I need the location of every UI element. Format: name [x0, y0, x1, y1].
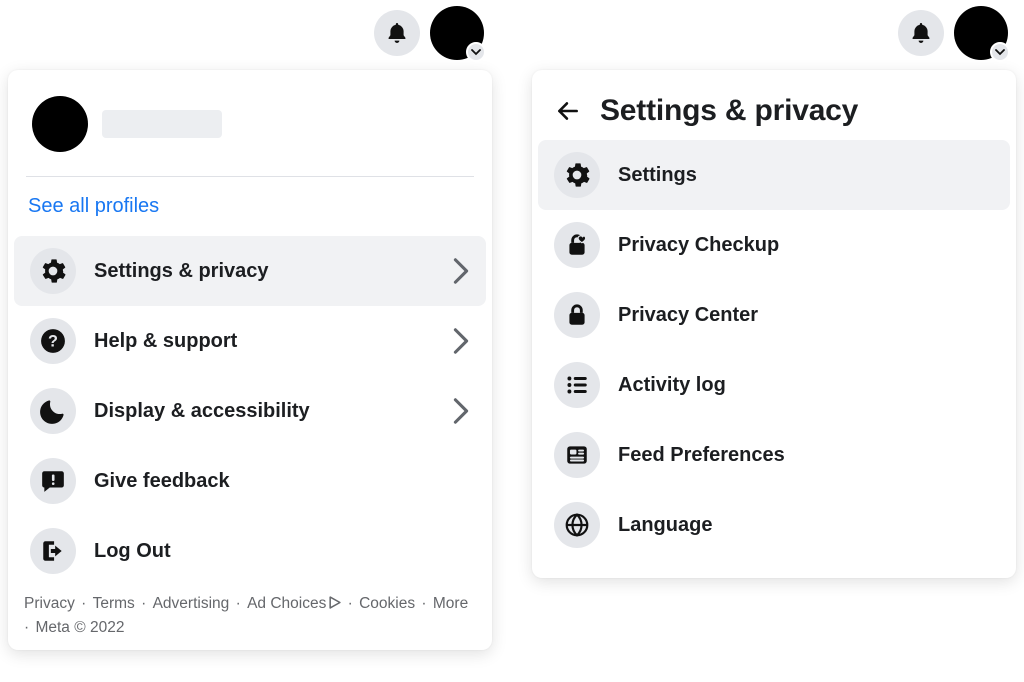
profile-row[interactable] [26, 88, 474, 170]
menu-item-feedback[interactable]: Give feedback [14, 446, 486, 516]
see-all-profiles-link[interactable]: See all profiles [8, 181, 492, 230]
chevron-right-icon [452, 257, 470, 285]
menu-item-label: Activity log [618, 374, 994, 397]
header-icons [898, 6, 1008, 60]
globe-icon [554, 502, 600, 548]
chevron-right-icon [452, 327, 470, 355]
menu-item-lock[interactable]: Privacy Center [538, 280, 1010, 350]
profile-block [26, 88, 474, 177]
menu-item-label: Give feedback [94, 470, 470, 493]
account-menu-card: See all profiles Settings & privacy? Help… [8, 70, 492, 650]
footer-link[interactable]: More [433, 595, 468, 612]
menu-item-label: Feed Preferences [618, 444, 994, 467]
menu-item-label: Language [618, 514, 994, 537]
notifications-button[interactable] [898, 10, 944, 56]
panel-subheader: Settings & privacy [532, 76, 1016, 138]
menu-item-gear[interactable]: Settings & privacy [14, 236, 486, 306]
gear-icon [30, 248, 76, 294]
list-icon [554, 362, 600, 408]
feed-icon [554, 432, 600, 478]
help-icon: ? [30, 318, 76, 364]
adchoices-icon [328, 596, 341, 609]
footer-copyright: Meta © 2022 [35, 619, 124, 636]
chevron-down-icon [466, 42, 486, 62]
chevron-right-icon [452, 397, 470, 425]
menu-item-label: Help & support [94, 330, 434, 353]
footer-sep: · [135, 595, 153, 612]
moon-icon [30, 388, 76, 434]
footer-sep: · [75, 595, 93, 612]
gear-icon [554, 152, 600, 198]
settings-privacy-card: Settings & privacy Settings Privacy Check… [532, 70, 1016, 578]
menu-item-logout[interactable]: Log Out [14, 516, 486, 586]
bell-icon [909, 21, 933, 45]
menu-item-gear[interactable]: Settings [538, 140, 1010, 210]
menu-item-globe[interactable]: Language [538, 490, 1010, 560]
lock-heart-icon [554, 222, 600, 268]
menu-item-lock-heart[interactable]: Privacy Checkup [538, 210, 1010, 280]
menu-item-label: Privacy Center [618, 304, 994, 327]
profile-name-placeholder [102, 110, 222, 138]
menu-item-list[interactable]: Activity log [538, 350, 1010, 420]
logout-icon [30, 528, 76, 574]
settings-menu-list: Settings Privacy Checkup Privacy Center Act… [532, 138, 1016, 560]
menu-item-label: Settings & privacy [94, 260, 434, 283]
arrow-left-icon [555, 98, 581, 124]
account-menu-list: Settings & privacy? Help & support Display… [8, 230, 492, 586]
footer-sep: · [229, 595, 247, 612]
menu-item-label: Display & accessibility [94, 400, 434, 423]
menu-item-label: Log Out [94, 540, 470, 563]
notifications-button[interactable] [374, 10, 420, 56]
chevron-down-icon [990, 42, 1010, 62]
account-avatar-button[interactable] [954, 6, 1008, 60]
footer-link[interactable]: Terms [93, 595, 135, 612]
footer-sep: · [341, 595, 359, 612]
menu-item-label: Settings [618, 164, 994, 187]
svg-text:?: ? [48, 332, 58, 350]
footer-link[interactable]: Privacy [24, 595, 75, 612]
account-menu-panel: See all profiles Settings & privacy? Help… [8, 0, 492, 650]
menu-item-label: Privacy Checkup [618, 234, 994, 257]
footer-link[interactable]: Ad Choices [247, 595, 326, 612]
back-button[interactable] [554, 97, 582, 125]
account-avatar-button[interactable] [430, 6, 484, 60]
header-icons [374, 6, 484, 60]
bell-icon [385, 21, 409, 45]
profile-avatar [32, 96, 88, 152]
lock-icon [554, 292, 600, 338]
footer-sep: · [415, 595, 433, 612]
settings-privacy-panel: Settings & privacy Settings Privacy Check… [532, 0, 1016, 650]
menu-item-feed[interactable]: Feed Preferences [538, 420, 1010, 490]
footer-link[interactable]: Advertising [153, 595, 230, 612]
panel-title: Settings & privacy [600, 94, 858, 128]
footer-links: Privacy · Terms · Advertising · Ad Choic… [8, 586, 492, 640]
menu-item-help[interactable]: ? Help & support [14, 306, 486, 376]
menu-item-moon[interactable]: Display & accessibility [14, 376, 486, 446]
feedback-icon [30, 458, 76, 504]
footer-link[interactable]: Cookies [359, 595, 415, 612]
